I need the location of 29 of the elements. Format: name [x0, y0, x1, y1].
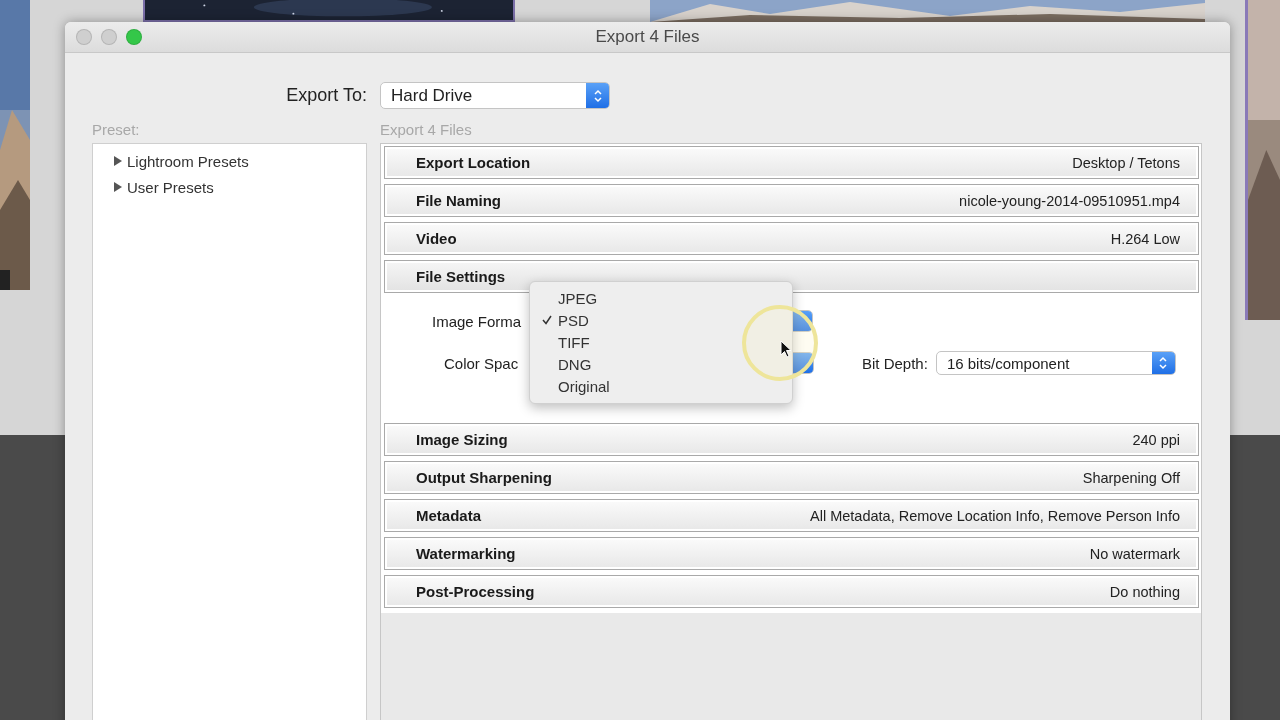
preset-folder[interactable]: User Presets	[113, 174, 366, 200]
section-header[interactable]: Video H.264 Low	[384, 222, 1199, 255]
preset-folder[interactable]: Lightroom Presets	[113, 148, 366, 174]
export-to-label: Export To:	[286, 85, 367, 106]
disclosure-triangle-icon[interactable]	[113, 182, 123, 192]
preset-label: Preset:	[92, 121, 141, 140]
section-header[interactable]: File Naming nicole-young-2014-09510951.mp4	[384, 184, 1199, 217]
window-title: Export 4 Files	[594, 27, 701, 47]
section-header[interactable]: Post-Processing Do nothing	[384, 575, 1199, 608]
zoom-button[interactable]	[126, 29, 142, 45]
section-header[interactable]: Watermarking No watermark	[384, 537, 1199, 570]
settings-title: Export 4 Files	[380, 121, 473, 140]
cursor-icon	[780, 340, 792, 358]
menu-item[interactable]: Original	[530, 375, 792, 397]
menu-item[interactable]: PSD	[530, 309, 792, 331]
close-button[interactable]	[76, 29, 92, 45]
bit-depth-dropdown[interactable]: 16 bits/component	[935, 351, 1176, 375]
image-format-label: Image Forma	[432, 312, 523, 330]
section-header[interactable]: Export Location Desktop / Tetons	[384, 146, 1199, 179]
export-to-dropdown[interactable]: Hard Drive	[380, 82, 610, 109]
bit-depth-label: Bit Depth:	[862, 354, 928, 372]
minimize-button[interactable]	[101, 29, 117, 45]
section-header[interactable]: Metadata All Metadata, Remove Location Info, Remove Person Info	[384, 499, 1199, 532]
stepper-icon	[586, 83, 609, 108]
disclosure-triangle-icon[interactable]	[113, 156, 123, 166]
section-header[interactable]: Image Sizing 240 ppi	[384, 423, 1199, 456]
color-space-label: Color Spac	[444, 354, 520, 372]
stepper-icon	[1151, 352, 1175, 374]
section-header[interactable]: Output Sharpening Sharpening Off	[384, 461, 1199, 494]
